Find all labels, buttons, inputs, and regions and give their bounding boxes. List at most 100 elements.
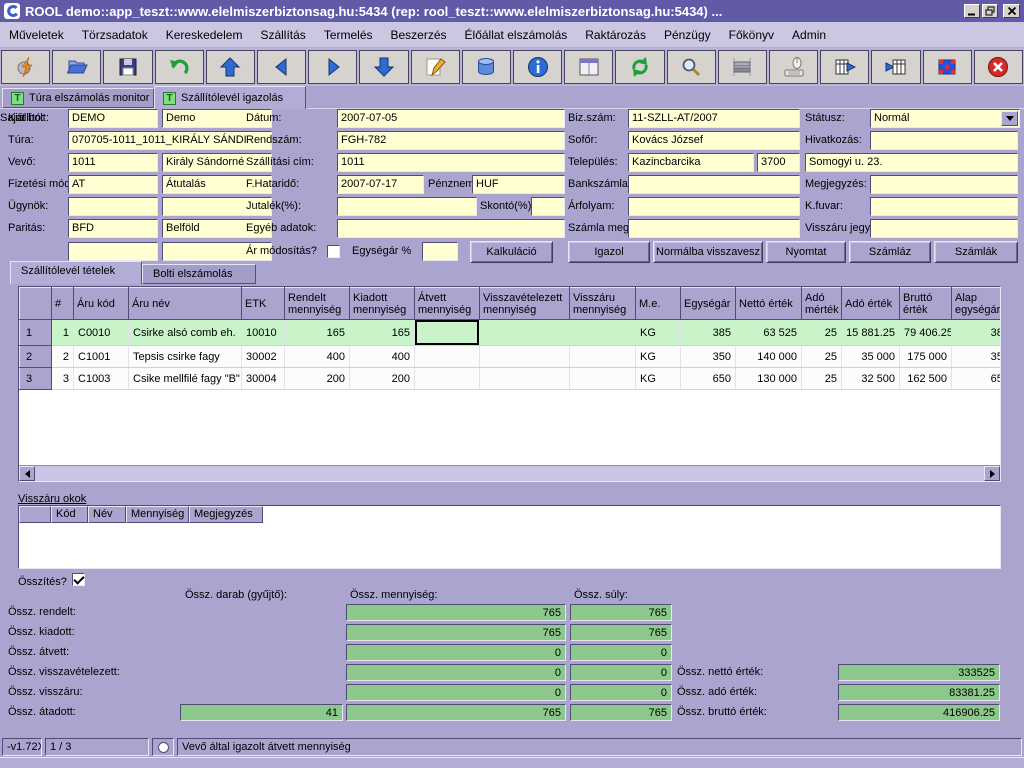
import-table-icon[interactable]: [871, 50, 921, 84]
edit-icon[interactable]: [410, 50, 460, 84]
grid-cell[interactable]: KG: [635, 367, 681, 390]
fizetesi-mod-code-field[interactable]: AT: [68, 175, 158, 194]
kfuvar-field[interactable]: [870, 197, 1018, 216]
tab-szallitolevel-igazolas[interactable]: T Szállítólevél igazolás: [154, 86, 306, 109]
refresh-icon[interactable]: [615, 50, 665, 84]
menu-item-termeles[interactable]: Termelés: [315, 23, 382, 47]
dropdown-arrow-icon[interactable]: [1001, 111, 1018, 126]
ar-modositas-checkbox[interactable]: [327, 245, 340, 258]
grid-cell[interactable]: KG: [635, 319, 681, 346]
grid-cell[interactable]: 30002: [241, 345, 285, 368]
grid-cell[interactable]: 650: [951, 367, 1000, 390]
last-record-icon[interactable]: [359, 50, 409, 84]
menu-item-admin[interactable]: Admin: [783, 23, 835, 47]
grid-cell[interactable]: [569, 319, 636, 346]
grid-cell[interactable]: Tepsis csirke fagy: [128, 345, 242, 368]
szamlak-button[interactable]: Számlák: [934, 241, 1018, 263]
bankszamla-field[interactable]: [628, 175, 800, 194]
vevo-code-field[interactable]: 1011: [68, 153, 158, 172]
band-icon[interactable]: [717, 50, 768, 84]
egysegar-pct-field[interactable]: [422, 242, 458, 261]
status-radio[interactable]: [157, 741, 169, 753]
visszaru-jegy-field[interactable]: [870, 219, 1018, 238]
kiallito-code-field[interactable]: DEMO: [68, 109, 158, 128]
menu-item-penzugy[interactable]: Pénzügy: [655, 23, 720, 47]
kalkulacio-button[interactable]: Kalkuláció: [470, 241, 553, 263]
szamlaz-button[interactable]: Számláz: [849, 241, 931, 263]
grid-cell[interactable]: 25: [801, 345, 842, 368]
tab-szallitolevel-tetelek[interactable]: Szállítólevél tételek: [10, 261, 142, 284]
grid-cell[interactable]: [414, 319, 480, 346]
utca-field[interactable]: Somogyi u. 23.: [805, 153, 1018, 172]
grid-cell[interactable]: [479, 319, 570, 346]
penznem-field[interactable]: HUF: [472, 175, 565, 194]
menu-item-eloallat-elszamolas[interactable]: Élőállat elszámolás: [456, 23, 577, 47]
iranyitoszam-field[interactable]: 3700: [757, 153, 800, 172]
menu-item-szallitas[interactable]: Szállítás: [251, 23, 314, 47]
megjegyzes-field[interactable]: [870, 175, 1018, 194]
minimize-button[interactable]: [964, 4, 980, 18]
grid-cell[interactable]: 32 500: [841, 367, 900, 390]
prior-record-icon[interactable]: [257, 50, 307, 84]
search-icon[interactable]: [666, 50, 716, 84]
grid-cell[interactable]: [479, 367, 570, 390]
grid-cell[interactable]: 140 000: [735, 345, 802, 368]
rendszam-field[interactable]: FGH-782: [337, 131, 565, 150]
grid-cell[interactable]: 650: [680, 367, 736, 390]
sofor-field[interactable]: Kovács József: [628, 131, 800, 150]
menu-item-raktarozas[interactable]: Raktározás: [576, 23, 655, 47]
grid-cell[interactable]: 350: [951, 345, 1000, 368]
grid-cell[interactable]: 35 000: [841, 345, 900, 368]
menu-item-fokonyv[interactable]: Főkönyv: [720, 23, 783, 47]
grid-cell[interactable]: 165: [284, 319, 350, 346]
grid-cell[interactable]: 165: [349, 319, 415, 346]
osszites-checkbox[interactable]: [72, 573, 85, 586]
save-icon[interactable]: [103, 50, 153, 84]
grid-cell[interactable]: 79 406.25: [899, 319, 952, 346]
bizszam-field[interactable]: 11-SZLL-AT/2007: [628, 109, 800, 128]
grid-cell[interactable]: 130 000: [735, 367, 802, 390]
scroll-right-button[interactable]: [984, 466, 1000, 481]
run-icon[interactable]: [1, 50, 51, 84]
grid-cell[interactable]: 1: [51, 319, 74, 346]
datum-field[interactable]: 2007-07-05: [337, 109, 565, 128]
undo-icon[interactable]: [154, 50, 204, 84]
grid-cell[interactable]: Csike mellfilé fagy "B": [128, 367, 242, 390]
grid-cell[interactable]: KG: [635, 345, 681, 368]
grid-cell[interactable]: 385: [680, 319, 736, 346]
szallitasi-cim-field[interactable]: 1011: [337, 153, 565, 172]
grid-cell[interactable]: 350: [680, 345, 736, 368]
fhatarido-field[interactable]: 2007-07-17: [337, 175, 424, 194]
window-icon[interactable]: [564, 50, 614, 84]
grid-cell[interactable]: 400: [284, 345, 350, 368]
grid-cell[interactable]: 175 000: [899, 345, 952, 368]
grid-cell[interactable]: [479, 345, 570, 368]
grid-cell[interactable]: 162 500: [899, 367, 952, 390]
telepules-field[interactable]: Kazincbarcika: [628, 153, 754, 172]
open-icon[interactable]: [52, 50, 102, 84]
grid-cell[interactable]: 400: [349, 345, 415, 368]
grid-cell[interactable]: 200: [349, 367, 415, 390]
szamla-megj-field[interactable]: [628, 219, 800, 238]
row-selector[interactable]: 2: [19, 345, 52, 368]
close-button[interactable]: [1003, 4, 1020, 18]
restore-button[interactable]: [982, 4, 998, 18]
jutalek-field[interactable]: [337, 197, 477, 216]
grid-cell[interactable]: 3: [51, 367, 74, 390]
menu-item-beszerzes[interactable]: Beszerzés: [382, 23, 456, 47]
tab-tura-elszamolas-monitor[interactable]: T Túra elszámolás monitor: [2, 88, 154, 108]
arfolyam-field[interactable]: [628, 197, 800, 216]
grid-cell[interactable]: 10010: [241, 319, 285, 346]
grid-cell[interactable]: [569, 367, 636, 390]
nyomtat-button[interactable]: Nyomtat: [766, 241, 846, 263]
grid-cell[interactable]: 63 525: [735, 319, 802, 346]
normalba-visszavesz-button[interactable]: Normálba visszavesz: [653, 241, 763, 263]
info-icon[interactable]: [513, 50, 563, 84]
grid-cell[interactable]: 30004: [241, 367, 285, 390]
grid-cell[interactable]: 200: [284, 367, 350, 390]
hivatkozas-field[interactable]: [870, 131, 1018, 150]
menu-item-kereskedelem[interactable]: Kereskedelem: [157, 23, 252, 47]
sajat-bolt-code-field[interactable]: [68, 242, 158, 261]
row-selector[interactable]: 1: [19, 319, 52, 346]
grid-cell[interactable]: [414, 367, 480, 390]
